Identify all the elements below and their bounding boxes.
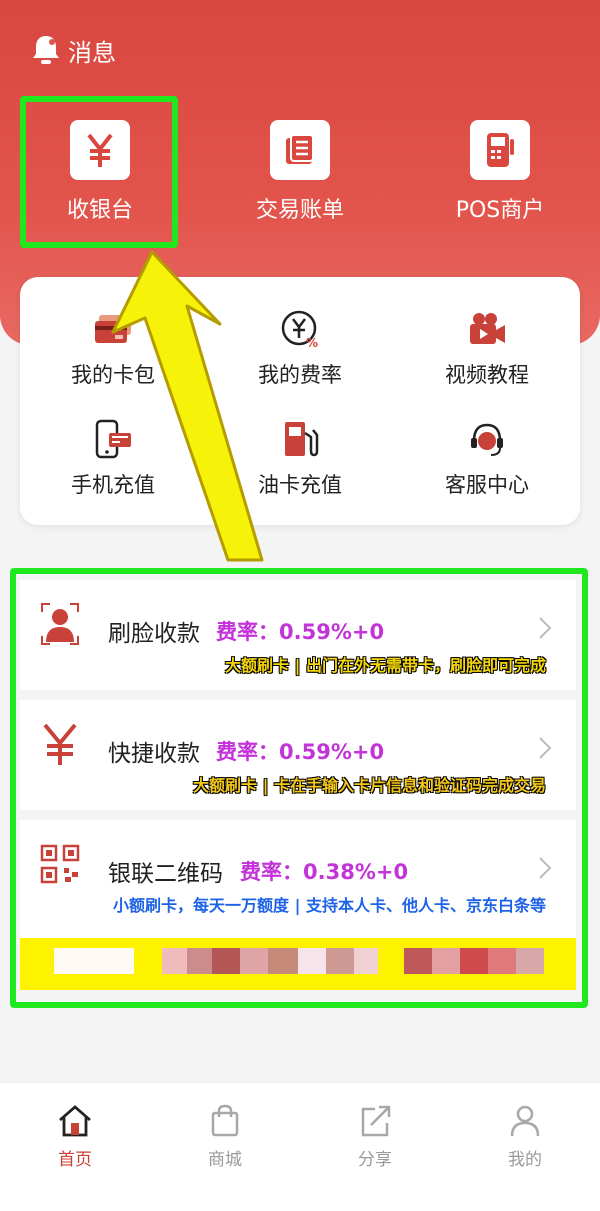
home-icon [59, 1105, 91, 1137]
share-icon [361, 1105, 391, 1137]
tab-label: 分享 [358, 1150, 392, 1170]
profile-icon [510, 1105, 540, 1137]
annotation-arrow [111, 250, 264, 562]
bottom-tab-bar: 首页 商城 分享 我的 [0, 1082, 600, 1211]
shopping-bag-icon [211, 1104, 239, 1137]
tab-home[interactable]: 首页 [0, 1103, 150, 1173]
tab-profile[interactable]: 我的 [450, 1103, 600, 1173]
highlight-box-payment-methods [10, 568, 588, 1008]
tab-label: 我的 [508, 1150, 542, 1170]
tab-label: 商城 [208, 1150, 242, 1170]
tab-mall[interactable]: 商城 [150, 1103, 300, 1173]
tab-label: 首页 [58, 1150, 92, 1170]
tab-share[interactable]: 分享 [300, 1103, 450, 1173]
